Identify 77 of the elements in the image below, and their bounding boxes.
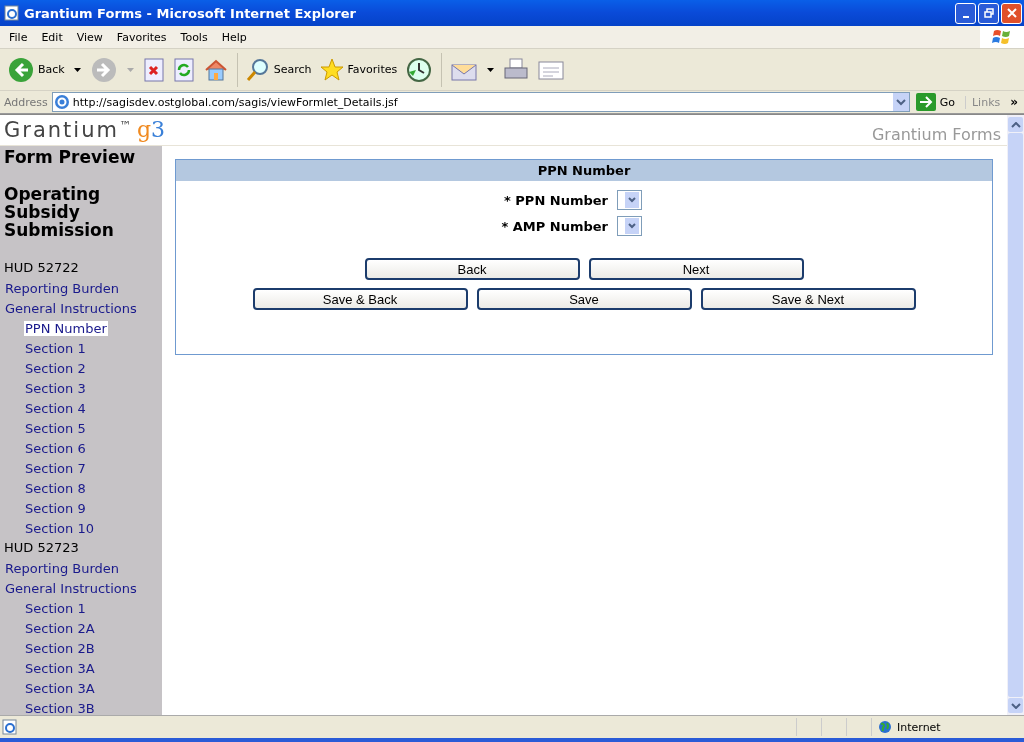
refresh-icon[interactable] (173, 57, 194, 82)
go-button[interactable]: Go (913, 93, 961, 111)
nav-link[interactable]: Section 8 (24, 480, 87, 496)
menu-item[interactable]: Edit (35, 30, 69, 44)
field-label: * PPN Number (504, 192, 608, 208)
stop-icon[interactable] (143, 57, 164, 82)
close-icon (1006, 8, 1017, 18)
nav-link[interactable]: General Instructions (4, 580, 138, 596)
nav-link[interactable]: PPN Number (24, 320, 108, 336)
panel-title: PPN Number (176, 160, 992, 181)
printer-icon[interactable] (504, 57, 529, 82)
zone-label: Internet (897, 720, 941, 734)
vertical-scrollbar[interactable] (1007, 115, 1024, 715)
back-button[interactable]: Back (6, 56, 67, 83)
form-button[interactable]: Back (364, 258, 580, 280)
minimize-icon (962, 15, 969, 18)
nav-link[interactable]: Section 7 (24, 460, 87, 476)
dropdown-caret-icon[interactable] (73, 67, 81, 72)
nav-link[interactable]: Section 3B (24, 700, 96, 715)
dropdown-field[interactable] (617, 190, 642, 210)
field-label: * AMP Number (501, 218, 608, 234)
restore-icon (983, 8, 994, 18)
search-icon (245, 57, 270, 82)
nav-link[interactable]: Section 4 (24, 400, 87, 416)
product-name: Grantium Forms (871, 125, 1001, 145)
home-icon[interactable] (203, 57, 228, 82)
browser-page-icon (4, 5, 20, 21)
address-label: Address (4, 95, 48, 109)
nav-link[interactable]: Section 1 (24, 340, 87, 356)
menu-item[interactable]: Help (215, 30, 253, 44)
section-heading: HUD 52722 (4, 259, 80, 277)
favorites-button[interactable]: Favorites (317, 57, 400, 82)
more-chevron[interactable]: » (1010, 95, 1024, 109)
address-field[interactable]: http://sagisdev.ostglobal.com/sagis/viewFormlet_Details.jsf (51, 92, 910, 112)
minimize-button[interactable] (955, 2, 976, 24)
nav-link[interactable]: Section 10 (24, 520, 95, 536)
nav-link[interactable]: Section 2 (24, 360, 87, 376)
form-button[interactable]: Save (476, 288, 692, 310)
sidebar-title: Form Preview (4, 147, 137, 167)
nav-link[interactable]: Section 5 (24, 420, 87, 436)
scroll-down-icon[interactable] (1008, 698, 1023, 713)
form-button[interactable]: Next (588, 258, 804, 280)
form-name: Operating Subsidy Submission (4, 185, 115, 239)
window-title: Grantium Forms - Microsoft Internet Explorer (24, 5, 357, 21)
windows-flag-icon (980, 26, 1024, 48)
address-url: http://sagisdev.ostglobal.com/sagis/viewFormlet_Details.jsf (72, 95, 399, 109)
restore-button[interactable] (978, 2, 999, 24)
nav-link[interactable]: General Instructions (4, 300, 138, 316)
nav-link[interactable]: Reporting Burden (4, 280, 121, 296)
section-heading: HUD 52723 (4, 539, 80, 557)
nav-link[interactable]: Section 3A (24, 660, 96, 676)
nav-link[interactable]: Section 2B (24, 640, 96, 656)
menu-item[interactable]: View (70, 30, 109, 44)
search-button[interactable]: Search (243, 57, 314, 82)
nav-link[interactable]: Section 3A (24, 680, 96, 696)
grantium-logo: Grantium™ g3 (4, 117, 165, 144)
star-icon (319, 57, 344, 82)
nav-link[interactable]: Section 1 (24, 600, 87, 616)
history-clock-icon[interactable] (406, 56, 433, 83)
scroll-up-icon[interactable] (1008, 117, 1023, 132)
scroll-thumb[interactable] (1008, 133, 1023, 697)
nav-link[interactable]: Section 6 (24, 440, 87, 456)
globe-icon (878, 720, 892, 734)
menu-item[interactable]: Favorites (110, 30, 173, 44)
page-status-icon (2, 719, 18, 735)
form-button[interactable]: Save & Back (252, 288, 468, 310)
page-icon (53, 94, 70, 110)
nav-link[interactable]: Reporting Burden (4, 560, 121, 576)
form-button[interactable]: Save & Next (700, 288, 916, 310)
dropdown-caret-icon[interactable] (487, 67, 495, 72)
dropdown-field[interactable] (617, 216, 642, 236)
menu-item[interactable]: Tools (174, 30, 214, 44)
nav-link[interactable]: Section 3 (24, 380, 87, 396)
menu-item[interactable]: File (3, 30, 34, 44)
nav-link[interactable]: Section 2A (24, 620, 96, 636)
nav-link[interactable]: Section 9 (24, 500, 87, 516)
close-button[interactable] (1001, 2, 1022, 24)
